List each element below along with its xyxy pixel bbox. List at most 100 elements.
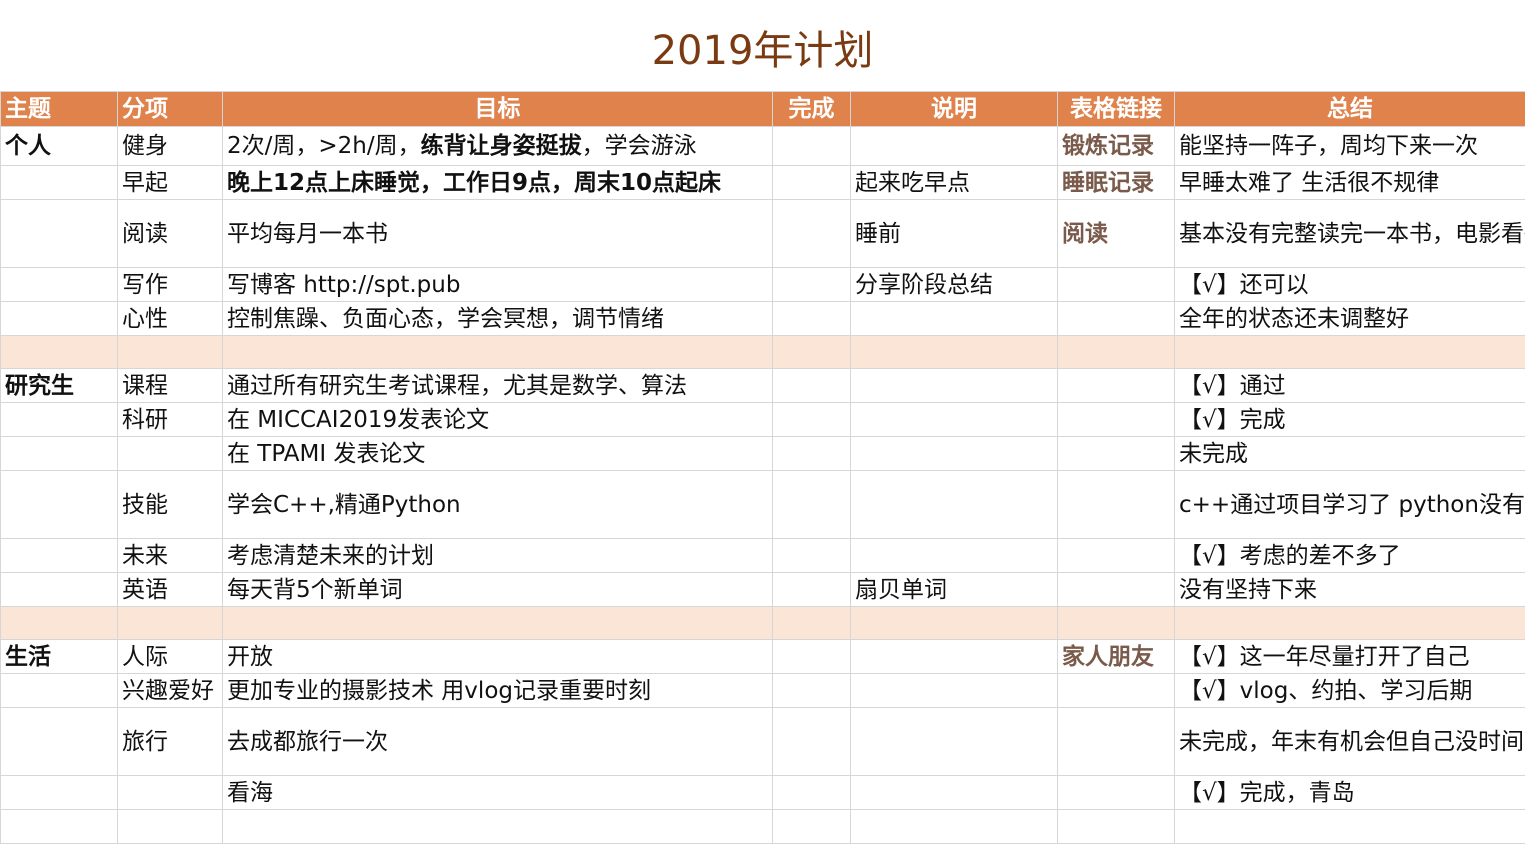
separator-cell[interactable] [117, 335, 223, 369]
cell-sub[interactable]: 早起 [117, 165, 223, 200]
cell-sub[interactable]: 英语 [117, 572, 223, 607]
col-header-sub[interactable]: 分项 [117, 91, 223, 127]
cell-sub[interactable]: 阅读 [117, 199, 223, 268]
cell-link[interactable] [1057, 538, 1175, 573]
cell-done[interactable] [772, 402, 851, 437]
separator-cell[interactable] [1057, 335, 1175, 369]
cell-goal[interactable]: 控制焦躁、负面心态，学会冥想，调节情绪 [222, 301, 773, 336]
cell-goal[interactable]: 考虑清楚未来的计划 [222, 538, 773, 573]
cell-theme[interactable]: 生活 [0, 639, 118, 674]
cell-summary[interactable]: 【√】vlog、约拍、学习后期 [1174, 673, 1525, 708]
cell-done[interactable] [772, 707, 851, 776]
cell-summary[interactable]: 未完成，年末有机会但自己没时间 [1174, 707, 1525, 776]
cell-done[interactable] [772, 368, 851, 403]
separator-cell[interactable] [772, 335, 851, 369]
cell-goal[interactable]: 每天背5个新单词 [222, 572, 773, 607]
separator-cell[interactable] [1057, 606, 1175, 640]
cell-link[interactable] [1057, 436, 1175, 471]
cell-goal[interactable]: 在 TPAMI 发表论文 [222, 436, 773, 471]
cell-goal[interactable]: 更加专业的摄影技术 用vlog记录重要时刻 [222, 673, 773, 708]
cell-theme[interactable]: 个人 [0, 126, 118, 166]
cell-done[interactable] [772, 775, 851, 810]
cell-theme[interactable] [0, 775, 118, 810]
cell-link[interactable] [1057, 572, 1175, 607]
cell-link[interactable] [1057, 470, 1175, 539]
separator-cell[interactable] [222, 606, 773, 640]
cell-link[interactable] [1057, 368, 1175, 403]
cell-goal[interactable]: 开放 [222, 639, 773, 674]
col-header-note[interactable]: 说明 [850, 91, 1058, 127]
cell-theme[interactable]: 研究生 [0, 368, 118, 403]
cell-note[interactable]: 扇贝单词 [850, 572, 1058, 607]
cell-summary[interactable]: 【√】通过 [1174, 368, 1525, 403]
cell-goal[interactable]: 2次/周，>2h/周，练背让身姿挺拔，学会游泳 [222, 126, 773, 166]
cell-theme[interactable] [0, 673, 118, 708]
cell-done[interactable] [772, 199, 851, 268]
cell-link[interactable] [1057, 775, 1175, 810]
cell-link[interactable]: 阅读 [1057, 199, 1175, 268]
cell-theme[interactable] [0, 165, 118, 200]
cell-done[interactable] [772, 126, 851, 166]
empty-cell[interactable] [772, 809, 851, 844]
cell-theme[interactable] [0, 301, 118, 336]
empty-cell[interactable] [1057, 809, 1175, 844]
cell-summary[interactable]: 早睡太难了 生活很不规律 [1174, 165, 1525, 200]
cell-summary[interactable]: 未完成 [1174, 436, 1525, 471]
cell-note[interactable] [850, 126, 1058, 166]
cell-note[interactable] [850, 368, 1058, 403]
cell-link[interactable]: 锻炼记录 [1057, 126, 1175, 166]
cell-sub[interactable]: 人际 [117, 639, 223, 674]
cell-theme[interactable] [0, 538, 118, 573]
cell-note[interactable] [850, 436, 1058, 471]
cell-sub[interactable]: 心性 [117, 301, 223, 336]
cell-summary[interactable]: 【√】完成 [1174, 402, 1525, 437]
col-header-goal[interactable]: 目标 [222, 91, 773, 127]
separator-cell[interactable] [1174, 335, 1525, 369]
separator-cell[interactable] [0, 335, 118, 369]
cell-note[interactable] [850, 707, 1058, 776]
empty-cell[interactable] [0, 809, 118, 844]
cell-done[interactable] [772, 538, 851, 573]
cell-sub[interactable]: 技能 [117, 470, 223, 539]
cell-sub[interactable]: 兴趣爱好 [117, 673, 223, 708]
cell-note[interactable]: 起来吃早点 [850, 165, 1058, 200]
cell-sub[interactable]: 课程 [117, 368, 223, 403]
cell-goal[interactable]: 通过所有研究生考试课程，尤其是数学、算法 [222, 368, 773, 403]
cell-summary[interactable]: 没有坚持下来 [1174, 572, 1525, 607]
cell-done[interactable] [772, 301, 851, 336]
cell-note[interactable] [850, 301, 1058, 336]
cell-goal[interactable]: 去成都旅行一次 [222, 707, 773, 776]
cell-goal[interactable]: 平均每月一本书 [222, 199, 773, 268]
cell-goal[interactable]: 晚上12点上床睡觉，工作日9点，周末10点起床 [222, 165, 773, 200]
cell-note[interactable] [850, 775, 1058, 810]
cell-summary[interactable]: 能坚持一阵子，周均下来一次 [1174, 126, 1525, 166]
separator-cell[interactable] [1174, 606, 1525, 640]
cell-goal[interactable]: 写博客 http://spt.pub [222, 267, 773, 302]
cell-done[interactable] [772, 470, 851, 539]
cell-done[interactable] [772, 639, 851, 674]
empty-cell[interactable] [222, 809, 773, 844]
separator-cell[interactable] [850, 606, 1058, 640]
cell-sub[interactable] [117, 775, 223, 810]
cell-note[interactable] [850, 538, 1058, 573]
cell-note[interactable]: 睡前 [850, 199, 1058, 268]
cell-theme[interactable] [0, 707, 118, 776]
cell-theme[interactable] [0, 199, 118, 268]
cell-note[interactable] [850, 402, 1058, 437]
cell-goal[interactable]: 学会C++,精通Python [222, 470, 773, 539]
cell-theme[interactable] [0, 470, 118, 539]
cell-link[interactable]: 家人朋友 [1057, 639, 1175, 674]
cell-summary[interactable]: 【√】这一年尽量打开了自己 [1174, 639, 1525, 674]
empty-cell[interactable] [1174, 809, 1525, 844]
cell-sub[interactable] [117, 436, 223, 471]
cell-sub[interactable]: 未来 [117, 538, 223, 573]
cell-link[interactable] [1057, 673, 1175, 708]
cell-summary[interactable]: 基本没有完整读完一本书，电影看得倒是不少 [1174, 199, 1525, 268]
col-header-summary[interactable]: 总结 [1174, 91, 1525, 127]
separator-cell[interactable] [117, 606, 223, 640]
cell-sub[interactable]: 科研 [117, 402, 223, 437]
empty-cell[interactable] [850, 809, 1058, 844]
cell-done[interactable] [772, 267, 851, 302]
separator-cell[interactable] [850, 335, 1058, 369]
cell-sub[interactable]: 健身 [117, 126, 223, 166]
